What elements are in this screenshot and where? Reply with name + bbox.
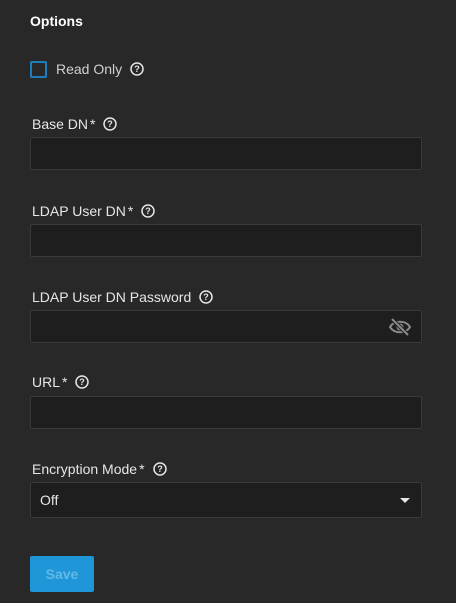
svg-text:?: ? [80, 377, 86, 387]
caret-down-icon [400, 497, 410, 503]
required-mark: * [90, 116, 96, 132]
encryption-mode-label: Encryption Mode [32, 461, 138, 477]
help-icon[interactable]: ? [199, 290, 213, 304]
help-icon[interactable]: ? [75, 375, 90, 389]
base-dn-input[interactable] [31, 138, 421, 169]
save-button[interactable]: Save [30, 556, 94, 592]
svg-text:?: ? [157, 464, 163, 474]
eye-off-icon[interactable] [388, 317, 412, 337]
svg-text:?: ? [146, 206, 152, 216]
ldap-user-dn-password-field[interactable] [30, 310, 422, 343]
help-icon[interactable]: ? [103, 117, 118, 131]
svg-text:?: ? [134, 64, 140, 74]
required-mark: * [62, 374, 68, 390]
base-dn-field[interactable] [30, 137, 422, 170]
read-only-checkbox[interactable] [30, 60, 47, 78]
base-dn-label-row: Base DN * ? [32, 115, 118, 133]
ldap-user-dn-label: LDAP User DN [32, 203, 126, 219]
ldap-user-dn-field[interactable] [30, 224, 422, 257]
section-title: Options [30, 13, 83, 29]
url-input[interactable] [31, 397, 421, 428]
url-label: URL [32, 374, 61, 390]
ldap-user-dn-password-label: LDAP User DN Password [32, 289, 192, 305]
read-only-label[interactable]: Read Only [56, 61, 122, 77]
encryption-mode-select[interactable]: Off [30, 482, 422, 518]
help-icon[interactable]: ? [130, 62, 144, 76]
svg-text:?: ? [204, 292, 210, 302]
encryption-mode-value: Off [40, 492, 59, 508]
read-only-row: Read Only ? [30, 60, 144, 78]
ldap-user-dn-password-label-row: LDAP User DN Password ? [32, 288, 213, 306]
required-mark: * [127, 203, 134, 219]
url-field[interactable] [30, 396, 422, 429]
url-label-row: URL * ? [32, 373, 90, 391]
ldap-user-dn-input[interactable] [31, 225, 421, 256]
svg-text:?: ? [108, 119, 114, 129]
base-dn-label: Base DN [32, 116, 89, 132]
encryption-mode-label-row: Encryption Mode * ? [32, 460, 167, 478]
required-mark: * [139, 461, 145, 477]
help-icon[interactable]: ? [141, 204, 156, 218]
help-icon[interactable]: ? [152, 462, 167, 476]
ldap-user-dn-password-input[interactable] [31, 311, 421, 342]
ldap-user-dn-label-row: LDAP User DN * ? [32, 202, 156, 220]
